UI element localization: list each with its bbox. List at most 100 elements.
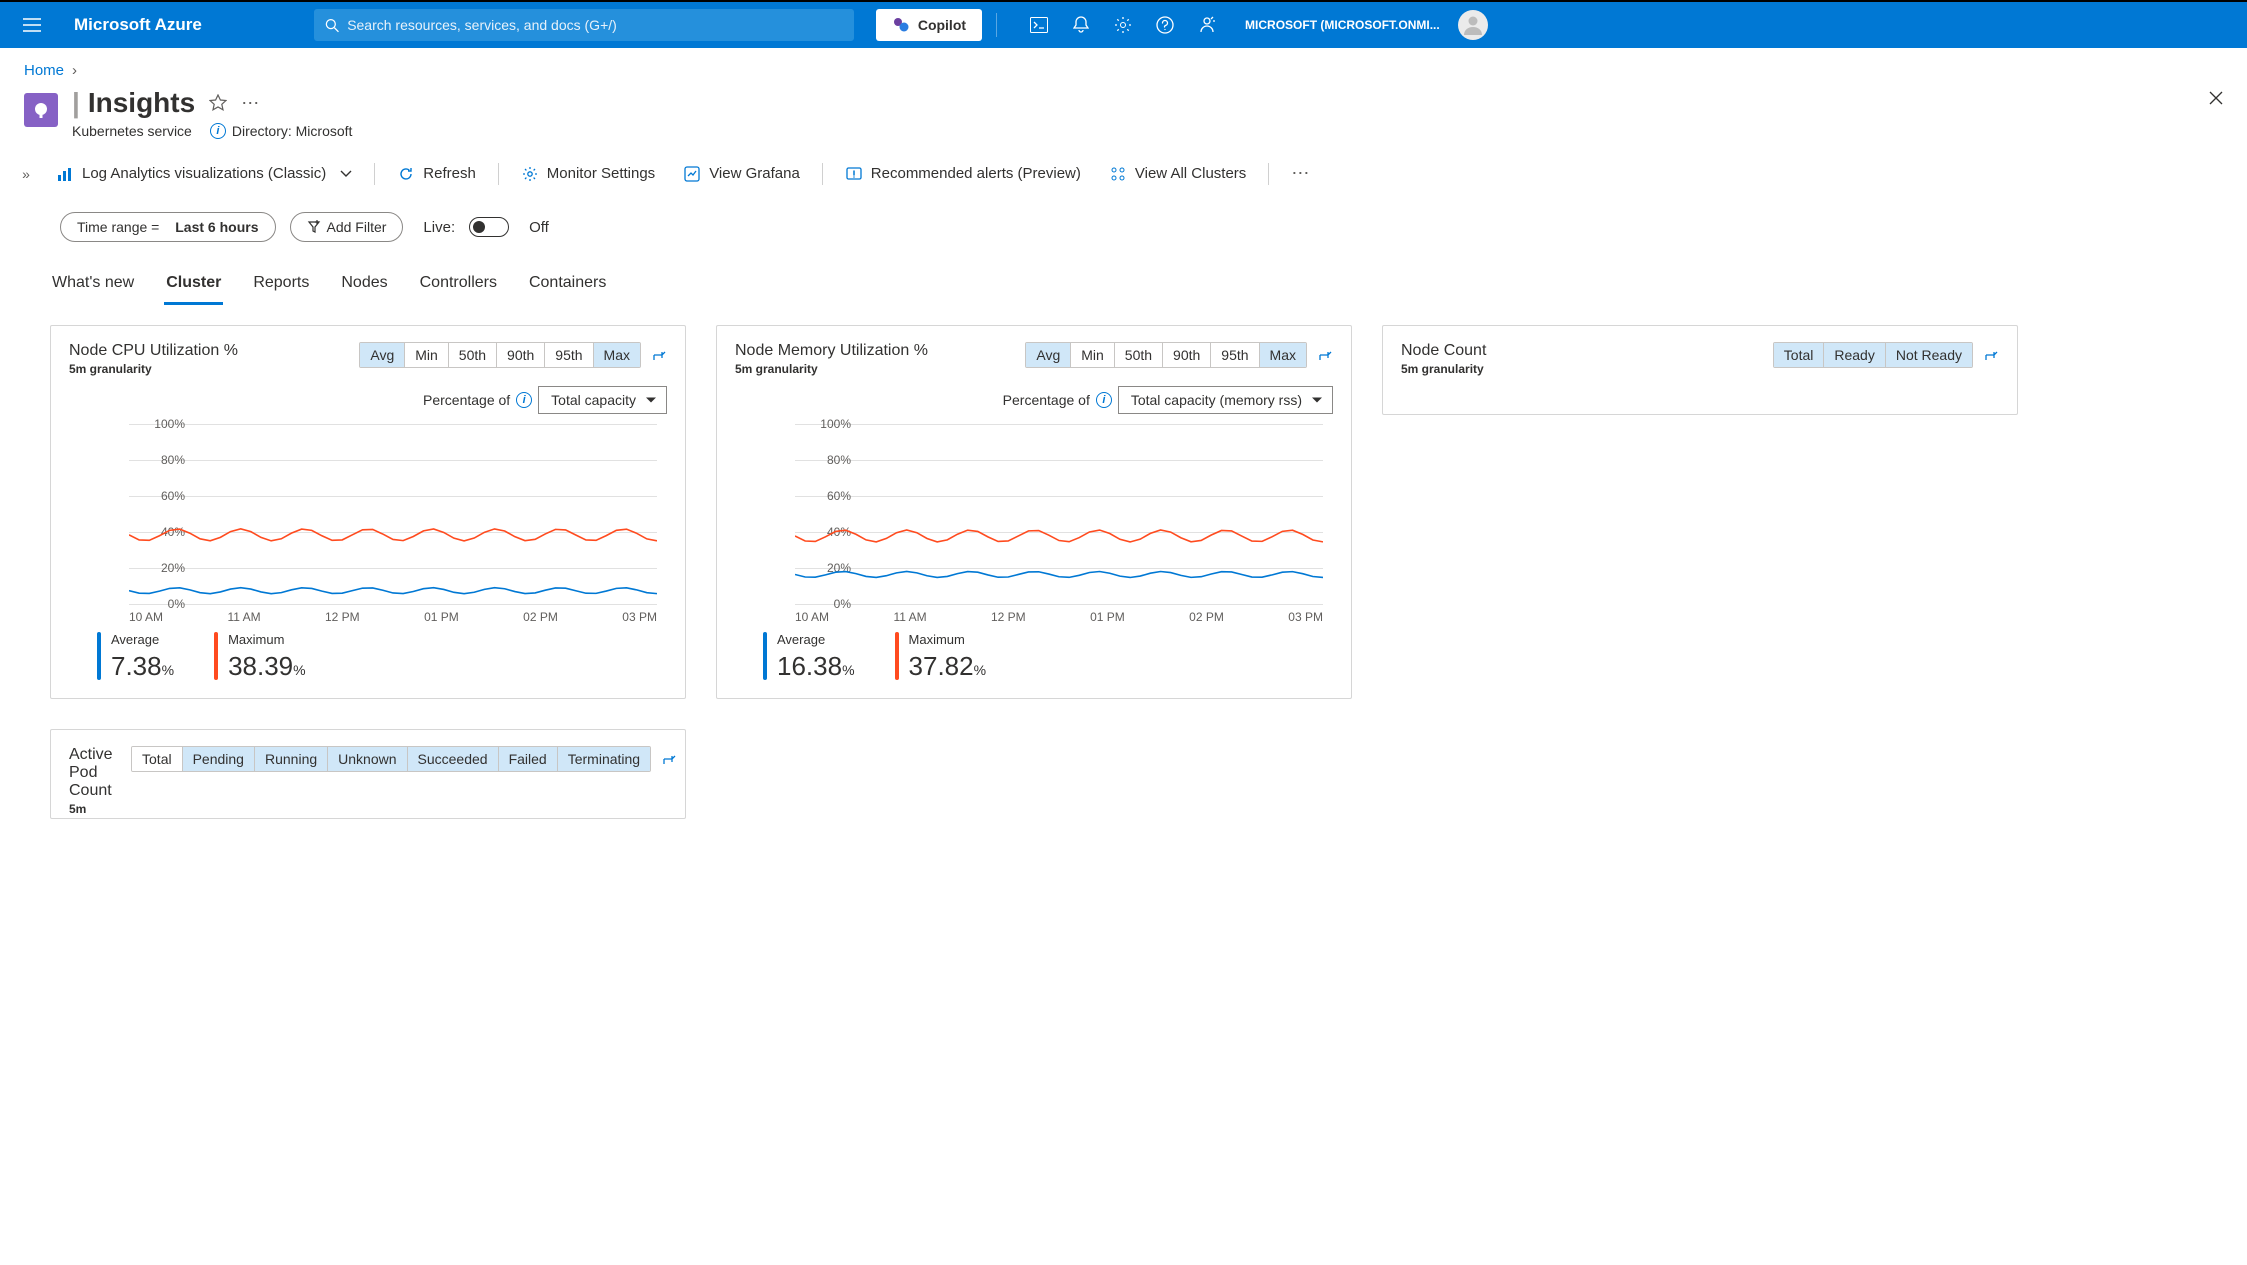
x-tick-label: 10 AM xyxy=(795,610,829,624)
close-icon[interactable] xyxy=(2209,91,2223,105)
directory-label: Directory: Microsoft xyxy=(232,123,353,139)
legend-color-bar xyxy=(97,632,101,680)
metric-option-50th[interactable]: 50th xyxy=(1115,343,1163,367)
metric-option-terminating[interactable]: Terminating xyxy=(558,747,650,771)
pin-icon[interactable] xyxy=(1983,347,1999,363)
metric-option-max[interactable]: Max xyxy=(1260,343,1306,367)
metric-option-not-ready[interactable]: Not Ready xyxy=(1886,343,1972,367)
recommended-alerts-button[interactable]: Recommended alerts (Preview) xyxy=(833,159,1093,189)
search-icon xyxy=(325,18,339,33)
legend-item: Average16.38% xyxy=(763,632,855,682)
pin-icon[interactable] xyxy=(1317,347,1333,363)
notifications-icon[interactable] xyxy=(1061,5,1101,45)
card-title: Node CPU Utilization % xyxy=(69,342,238,360)
info-icon[interactable]: i xyxy=(1096,392,1112,408)
hamburger-menu-icon[interactable] xyxy=(12,5,52,45)
legend-item: Average7.38% xyxy=(97,632,174,682)
legend-label: Maximum xyxy=(228,632,306,647)
metric-option-95th[interactable]: 95th xyxy=(1211,343,1259,367)
metric-option-min[interactable]: Min xyxy=(1071,343,1115,367)
tab-cluster[interactable]: Cluster xyxy=(164,266,223,305)
x-tick-label: 03 PM xyxy=(622,610,657,624)
filter-bar: Time range = Last 6 hours Add Filter Liv… xyxy=(0,198,2247,256)
percentage-of-label: Percentage of xyxy=(423,392,510,408)
page-header: |Insights ⋯ Kubernetes service i Directo… xyxy=(0,87,2247,149)
pin-icon[interactable] xyxy=(661,751,677,767)
resource-type-label: Kubernetes service xyxy=(72,123,192,139)
help-icon[interactable] xyxy=(1145,5,1185,45)
more-commands-icon[interactable]: ⋯ xyxy=(1279,157,1321,190)
favorite-star-icon[interactable] xyxy=(209,94,227,112)
refresh-button[interactable]: Refresh xyxy=(385,159,488,189)
x-tick-label: 11 AM xyxy=(227,610,260,624)
tab-reports[interactable]: Reports xyxy=(251,266,311,305)
tab-containers[interactable]: Containers xyxy=(527,266,608,305)
x-tick-label: 02 PM xyxy=(1189,610,1224,624)
card-memory: Node Memory Utilization % 5m granularity… xyxy=(716,325,1352,699)
tenant-label[interactable]: MICROSOFT (MICROSOFT.ONMI... xyxy=(1245,18,1440,32)
capacity-select[interactable]: Total capacity (memory rss) xyxy=(1118,386,1333,414)
legend-item: Maximum37.82% xyxy=(895,632,987,682)
legend-label: Average xyxy=(111,632,174,647)
chevron-right-icon: › xyxy=(72,62,77,79)
insights-resource-icon xyxy=(24,93,58,127)
brand-label[interactable]: Microsoft Azure xyxy=(60,15,216,35)
x-tick-label: 01 PM xyxy=(1090,610,1125,624)
metric-option-running[interactable]: Running xyxy=(255,747,328,771)
copilot-button[interactable]: Copilot xyxy=(876,9,982,41)
live-toggle[interactable] xyxy=(469,217,509,237)
metric-option-min[interactable]: Min xyxy=(405,343,449,367)
time-range-pill[interactable]: Time range = Last 6 hours xyxy=(60,212,276,242)
metric-option-avg[interactable]: Avg xyxy=(1026,343,1071,367)
metric-option-ready[interactable]: Ready xyxy=(1824,343,1885,367)
metric-option-max[interactable]: Max xyxy=(594,343,640,367)
metric-option-pending[interactable]: Pending xyxy=(183,747,255,771)
metric-option-failed[interactable]: Failed xyxy=(499,747,558,771)
info-icon[interactable]: i xyxy=(516,392,532,408)
more-icon[interactable]: ⋯ xyxy=(241,93,259,114)
metric-option-95th[interactable]: 95th xyxy=(545,343,593,367)
card-title: Node Count xyxy=(1401,342,1486,360)
monitor-settings-button[interactable]: Monitor Settings xyxy=(509,159,667,189)
live-label: Live: xyxy=(423,219,455,236)
card-node-count: Node Count 5m granularity TotalReadyNot … xyxy=(1382,325,2018,415)
card-granularity: 5m granularity xyxy=(735,362,928,376)
legend-color-bar xyxy=(214,632,218,680)
metric-option-avg[interactable]: Avg xyxy=(360,343,405,367)
feedback-icon[interactable] xyxy=(1187,5,1227,45)
tab-controllers[interactable]: Controllers xyxy=(418,266,499,305)
metric-option-total[interactable]: Total xyxy=(132,747,183,771)
charts-grid: Node CPU Utilization % 5m granularity Av… xyxy=(0,305,2247,839)
visualizations-dropdown[interactable]: Log Analytics visualizations (Classic) xyxy=(44,159,364,189)
metric-option-total[interactable]: Total xyxy=(1774,343,1825,367)
card-granularity: 5m granularity xyxy=(69,802,131,819)
capacity-select[interactable]: Total capacity xyxy=(538,386,667,414)
breadcrumb-home[interactable]: Home xyxy=(24,62,64,79)
page-title: |Insights xyxy=(72,87,195,119)
cloud-shell-icon[interactable] xyxy=(1019,5,1059,45)
settings-gear-icon[interactable] xyxy=(1103,5,1143,45)
legend-value: 38.39% xyxy=(228,651,306,682)
expand-sidebar-icon[interactable]: » xyxy=(12,166,40,182)
metric-option-unknown[interactable]: Unknown xyxy=(328,747,407,771)
chart-icon xyxy=(56,165,74,183)
tab-nodes[interactable]: Nodes xyxy=(339,266,389,305)
add-filter-pill[interactable]: Add Filter xyxy=(290,212,404,242)
copilot-icon xyxy=(892,16,910,34)
pin-icon[interactable] xyxy=(651,347,667,363)
pod-count-selector: TotalPendingRunningUnknownSucceededFaile… xyxy=(131,746,651,772)
metric-option-50th[interactable]: 50th xyxy=(449,343,497,367)
global-search[interactable] xyxy=(314,9,854,41)
legend-label: Average xyxy=(777,632,855,647)
avatar[interactable] xyxy=(1458,10,1488,40)
metric-option-succeeded[interactable]: Succeeded xyxy=(408,747,499,771)
tabs: What's new Cluster Reports Nodes Controllers… xyxy=(0,256,2247,305)
metric-option-90th[interactable]: 90th xyxy=(1163,343,1211,367)
tab-what-s-new[interactable]: What's new xyxy=(50,266,136,305)
search-input[interactable] xyxy=(347,17,843,33)
view-grafana-button[interactable]: View Grafana xyxy=(671,159,812,189)
view-all-clusters-button[interactable]: View All Clusters xyxy=(1097,159,1258,189)
card-title: Active Pod Count xyxy=(69,746,131,800)
metric-option-90th[interactable]: 90th xyxy=(497,343,545,367)
refresh-icon xyxy=(397,165,415,183)
